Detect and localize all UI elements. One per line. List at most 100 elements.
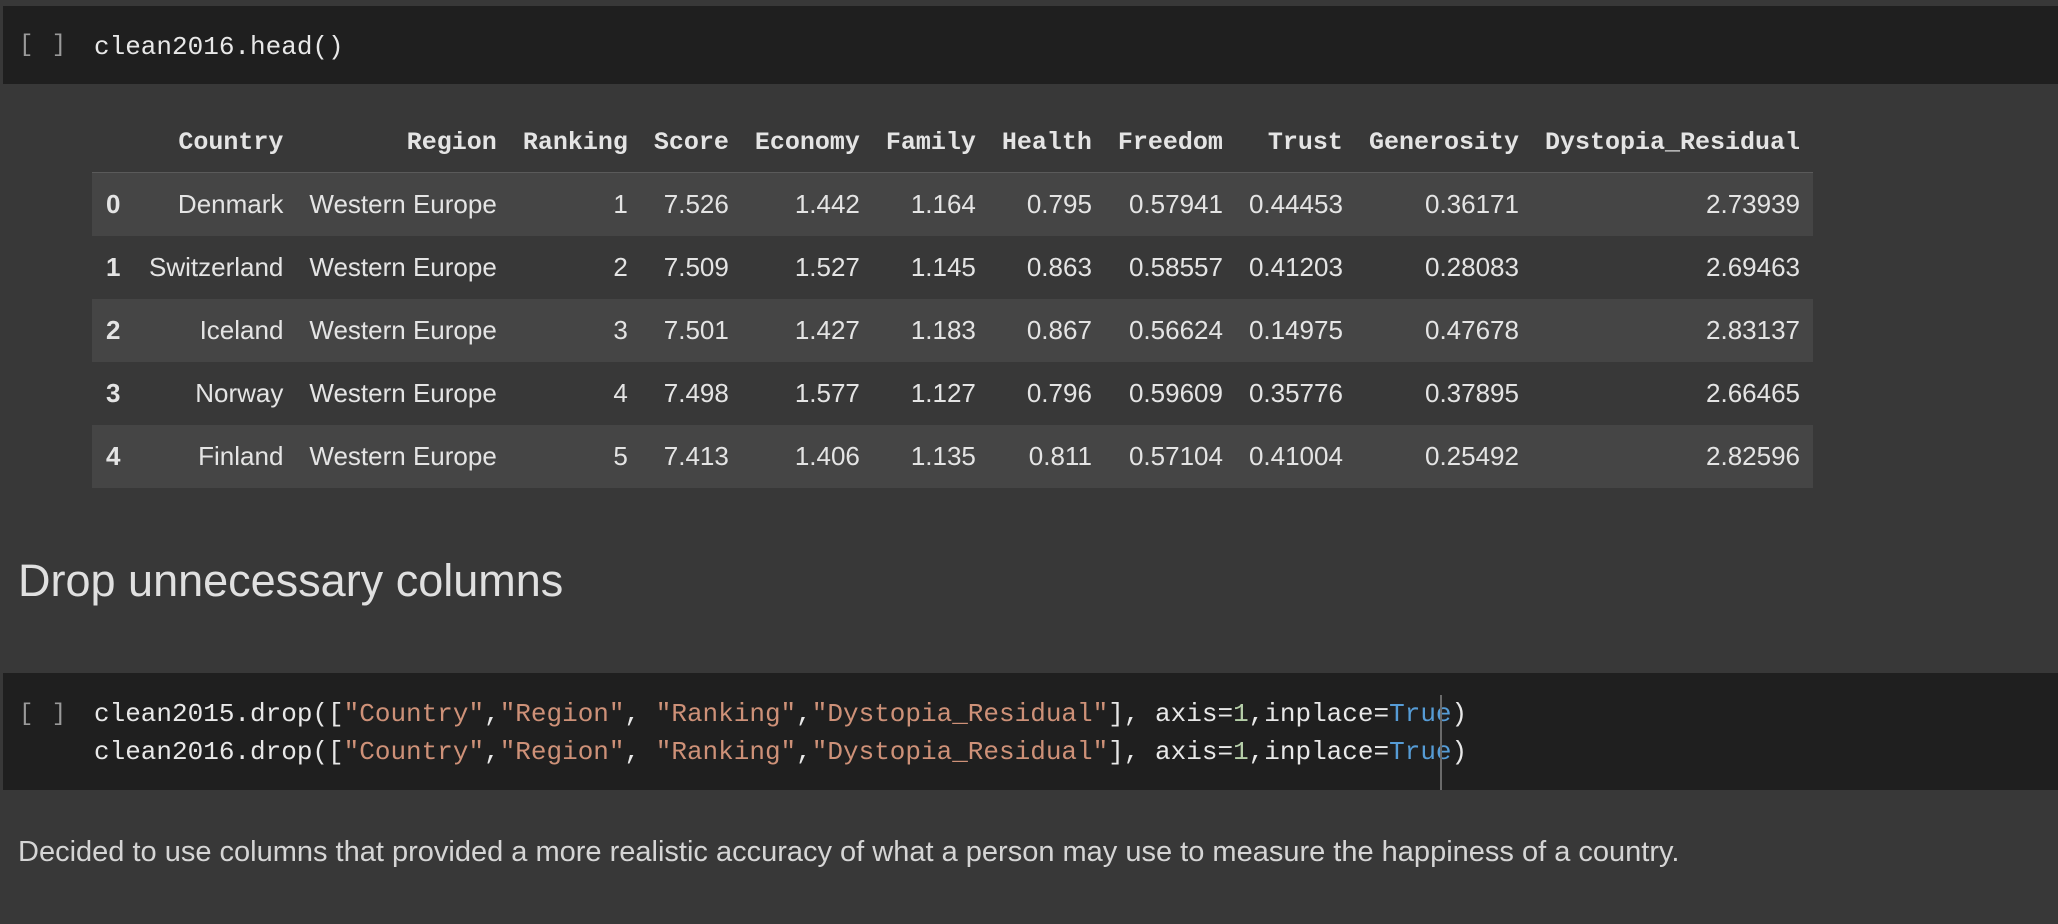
code-token: clean2015.drop([ (94, 699, 344, 729)
table-cell: 0.47678 (1424, 315, 1519, 345)
table-cell: Switzerland (149, 252, 284, 282)
column-header: Region (296, 112, 510, 173)
table-cell: 0.37895 (1424, 378, 1519, 408)
table-cell: 1 (613, 189, 628, 219)
column-header: Ranking (509, 112, 641, 173)
code-number: 1 (1233, 699, 1249, 729)
table-cell: 0.25492 (1424, 441, 1519, 471)
table-cell: 1.406 (794, 441, 860, 471)
table-cell: 0.796 (1026, 378, 1092, 408)
column-header: Economy (741, 112, 873, 173)
code-line[interactable]: clean2016.head() (94, 32, 344, 62)
code-line[interactable]: clean2015.drop(["Country","Region", "Ran… (94, 699, 1467, 729)
row-index: 1 (106, 252, 121, 282)
table-row: 2 Iceland Western Europe 3 7.501 1.427 1… (92, 299, 1814, 362)
code-token: , (796, 737, 812, 767)
code-cell-drop[interactable]: [ ] clean2015.drop(["Country","Region", … (3, 673, 2058, 790)
row-index: 3 (106, 378, 121, 408)
code-token: , (624, 699, 656, 729)
table-cell: 1.527 (794, 252, 860, 282)
table-header-row: Country Region Ranking Score Economy Fam… (92, 112, 1814, 173)
table-row: 3 Norway Western Europe 4 7.498 1.577 1.… (92, 362, 1814, 425)
table-cell: Denmark (177, 189, 284, 219)
code-token: ) (1451, 737, 1468, 767)
code-token: , (484, 699, 500, 729)
code-token: , (796, 699, 812, 729)
column-header: Dystopia_Residual (1531, 112, 1814, 173)
table-cell: 0.14975 (1248, 315, 1343, 345)
table-cell: 2.66465 (1706, 378, 1801, 408)
table-cell: Finland (198, 441, 284, 471)
table-cell: 0.56624 (1128, 315, 1223, 345)
code-string: "Ranking" (655, 737, 797, 767)
run-cell-button[interactable]: [ ] (19, 701, 68, 728)
column-header: Health (988, 112, 1105, 173)
run-cell-button[interactable]: [ ] (19, 32, 68, 59)
table-cell: 0.863 (1026, 252, 1092, 282)
table-cell: 2 (613, 252, 628, 282)
table-cell: 1.127 (910, 378, 976, 408)
table-cell: Western Europe (309, 315, 497, 345)
table-cell: 2.82596 (1706, 441, 1801, 471)
table-row: 4 Finland Western Europe 5 7.413 1.406 1… (92, 425, 1814, 488)
table-cell: 0.57941 (1128, 189, 1223, 219)
table-cell: Western Europe (309, 252, 497, 282)
table-cell: 1.442 (794, 189, 860, 219)
code-string: "Country" (343, 737, 485, 767)
table-cell: Western Europe (309, 189, 497, 219)
table-cell: 0.35776 (1248, 378, 1343, 408)
code-token: ) (1451, 699, 1468, 729)
code-string: "Region" (499, 737, 625, 767)
table-cell: 1.164 (910, 189, 976, 219)
table-cell: 1.427 (794, 315, 860, 345)
table-cell: 4 (613, 378, 628, 408)
table-cell: 1.183 (910, 315, 976, 345)
column-header: Family (872, 112, 989, 173)
code-token: ,inplace= (1248, 699, 1390, 729)
table-cell: 1.145 (910, 252, 976, 282)
code-token: clean2016.drop([ (94, 737, 344, 767)
code-cell-head[interactable]: [ ] clean2016.head() (3, 6, 2058, 84)
column-header: Country (136, 112, 297, 173)
text-cursor (1440, 695, 1442, 790)
table-cell: 2.73939 (1706, 189, 1801, 219)
table-cell: 7.526 (663, 189, 729, 219)
table-cell: Western Europe (309, 378, 497, 408)
code-token: ,inplace= (1248, 737, 1390, 767)
dataframe-table: Country Region Ranking Score Economy Fam… (92, 112, 1814, 488)
code-token: , (624, 737, 656, 767)
code-keyword: True (1389, 737, 1452, 767)
table-cell: 2.83137 (1706, 315, 1801, 345)
code-string: "Dystopia_Residual" (811, 699, 1109, 729)
code-string: "Ranking" (655, 699, 797, 729)
table-cell: 0.28083 (1424, 252, 1519, 282)
table-cell: 5 (613, 441, 628, 471)
section-heading: Drop unnecessary columns (18, 555, 564, 606)
table-cell: 0.795 (1026, 189, 1092, 219)
cell-output: Country Region Ranking Score Economy Fam… (0, 84, 2058, 488)
table-cell: 0.41203 (1248, 252, 1343, 282)
table-cell: 0.811 (1028, 441, 1092, 471)
table-cell: 7.413 (663, 441, 729, 471)
code-token: ], axis= (1108, 699, 1234, 729)
table-cell: 7.501 (663, 315, 729, 345)
table-cell: Western Europe (309, 441, 497, 471)
table-cell: 7.498 (663, 378, 729, 408)
column-header: Freedom (1104, 112, 1236, 173)
column-header: Generosity (1355, 112, 1532, 173)
column-header: Trust (1235, 112, 1356, 173)
table-cell: 0.59609 (1128, 378, 1223, 408)
table-row: 1 Switzerland Western Europe 2 7.509 1.5… (92, 236, 1814, 299)
table-cell: 1.135 (910, 441, 976, 471)
code-line[interactable]: clean2016.drop(["Country","Region", "Ran… (94, 737, 1467, 767)
row-index: 4 (106, 441, 121, 471)
table-cell: 2.69463 (1706, 252, 1801, 282)
table-cell: Iceland (199, 315, 284, 345)
table-cell: 0.44453 (1248, 189, 1343, 219)
code-string: "Dystopia_Residual" (811, 737, 1109, 767)
code-token: , (484, 737, 500, 767)
code-string: "Region" (499, 699, 625, 729)
table-cell: 0.57104 (1128, 441, 1223, 471)
code-keyword: True (1389, 699, 1452, 729)
table-cell: 0.41004 (1248, 441, 1343, 471)
